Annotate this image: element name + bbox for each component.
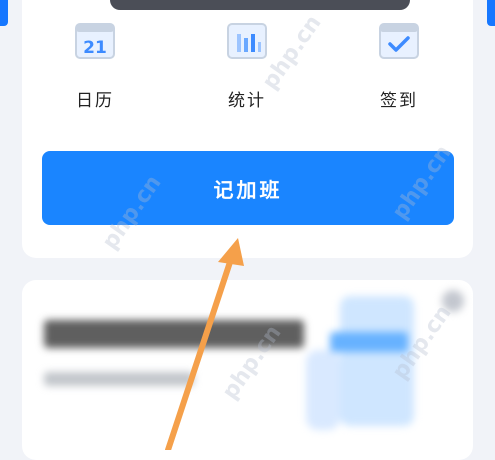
annotation-arrow-icon <box>165 238 244 450</box>
